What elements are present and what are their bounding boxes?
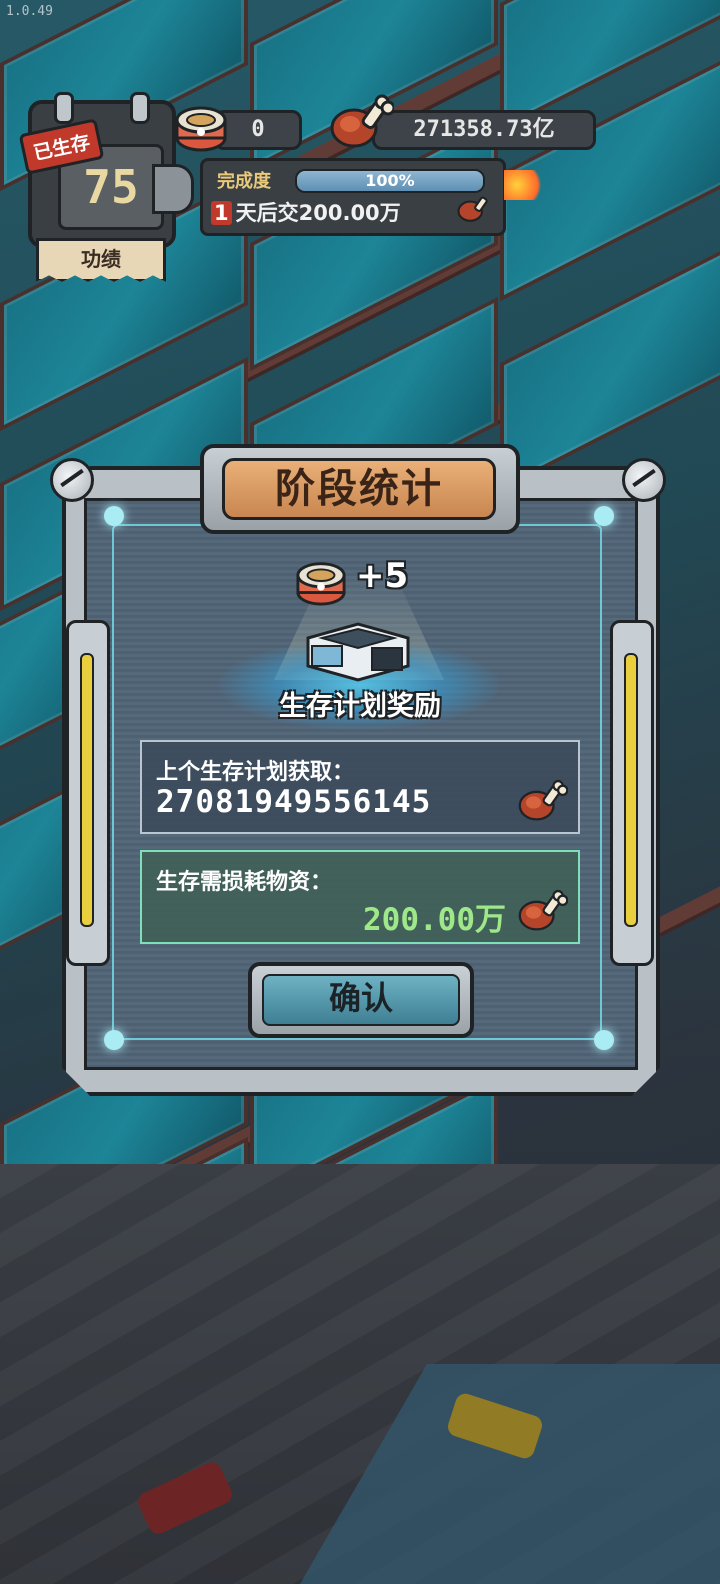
rail-slot bbox=[80, 653, 94, 927]
deadline-days: 1 bbox=[211, 201, 232, 225]
previous-plan-value: 27081949556145 bbox=[156, 784, 432, 820]
merit-button[interactable]: 功绩 bbox=[36, 238, 166, 282]
meat-count-pill: 271358.73亿 bbox=[372, 110, 596, 150]
previous-plan-box: 上个生存计划获取： 27081949556145 bbox=[140, 740, 580, 834]
can-count: 0 bbox=[251, 117, 265, 142]
progress-percent: 100% bbox=[365, 171, 415, 190]
reward-label: 生存计划奖励 bbox=[279, 691, 441, 722]
calendar-ring bbox=[54, 92, 74, 124]
cost-value: 200.00万 bbox=[363, 902, 506, 938]
deadline-row: 1 天后交200.00万 bbox=[211, 197, 401, 227]
rail-slot bbox=[624, 653, 638, 927]
cost-label: 生存需损耗物资： bbox=[156, 870, 333, 895]
corner-light bbox=[104, 1030, 124, 1050]
bolt-icon bbox=[622, 458, 666, 502]
deadline-text: 天后交 bbox=[235, 201, 299, 225]
corner-light bbox=[594, 506, 614, 526]
calendar-ring bbox=[130, 92, 150, 124]
corner-light bbox=[104, 506, 124, 526]
bolt-icon bbox=[50, 458, 94, 502]
progress-bar: 100% bbox=[295, 169, 485, 193]
version-label: 1.0.49 bbox=[6, 4, 53, 19]
meat-icon bbox=[457, 196, 488, 222]
left-rail bbox=[66, 620, 110, 966]
crate-icon bbox=[306, 622, 410, 682]
right-rail bbox=[610, 620, 654, 966]
meat-icon bbox=[518, 779, 568, 821]
confirm-button[interactable]: 确认 bbox=[248, 962, 474, 1038]
meat-icon bbox=[330, 94, 394, 148]
cost-box: 生存需损耗物资： 200.00万 bbox=[140, 850, 580, 944]
can-icon bbox=[175, 106, 227, 152]
previous-plan-label: 上个生存计划获取： bbox=[156, 760, 355, 785]
title-plate: 阶段统计 bbox=[200, 444, 520, 534]
confirm-button-label: 确认 bbox=[262, 974, 460, 1026]
dialog-title: 阶段统计 bbox=[222, 458, 496, 520]
gear-icon bbox=[152, 164, 194, 214]
meat-count: 271358.73亿 bbox=[413, 117, 555, 142]
flame-icon bbox=[504, 170, 548, 200]
reward-count: +5 bbox=[356, 556, 409, 596]
deadline-amount: 200.00万 bbox=[298, 201, 401, 225]
can-icon bbox=[296, 562, 346, 606]
corner-light bbox=[594, 1030, 614, 1050]
meat-icon bbox=[518, 889, 568, 931]
progress-label: 完成度 bbox=[217, 171, 271, 192]
